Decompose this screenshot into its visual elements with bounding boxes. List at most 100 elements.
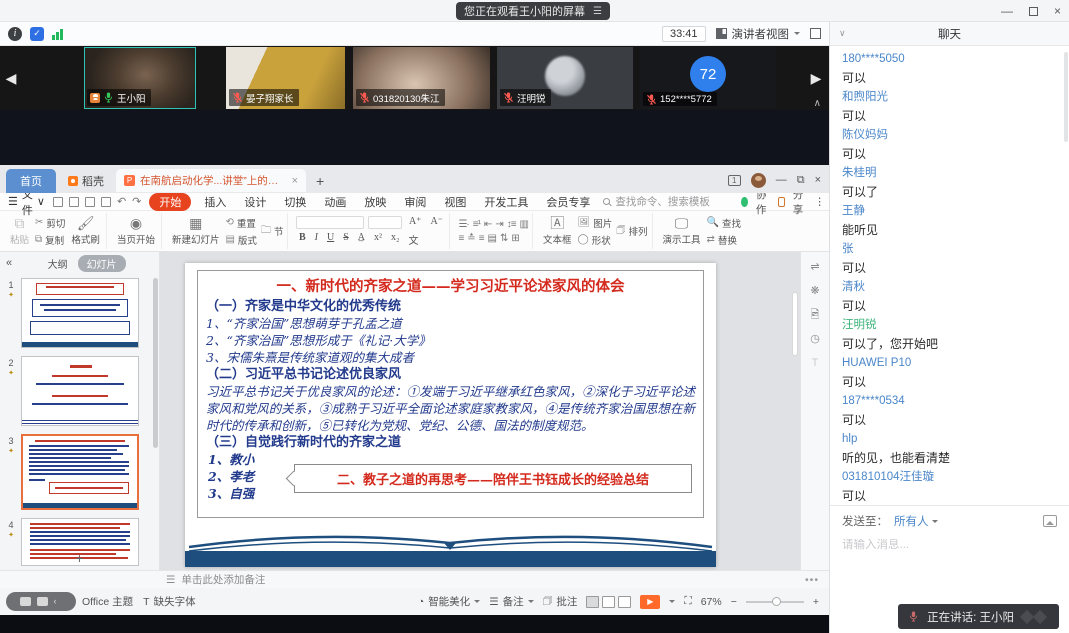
slides-tab[interactable]: 幻灯片 xyxy=(78,255,126,272)
slide-thumbnail-2[interactable]: 2✦ xyxy=(4,356,139,426)
comments-button[interactable]: 🗇 批注 xyxy=(543,593,578,611)
layout-button[interactable]: ▤版式 xyxy=(225,233,256,247)
indent-decrease-icon[interactable]: ⇤ xyxy=(484,219,491,230)
play-options-chevron[interactable] xyxy=(669,600,675,606)
bold-button[interactable]: B xyxy=(296,232,308,247)
wps-close-button[interactable]: × xyxy=(815,174,821,187)
close-button[interactable]: × xyxy=(1054,5,1061,17)
shapes-button[interactable]: ◯形状 xyxy=(578,233,613,247)
print-icon[interactable] xyxy=(85,197,95,207)
chat-message-list[interactable]: 180****5050 可以 和煦阳光 可以 陈仪妈妈 可以 朱桂明 可以了 王… xyxy=(830,46,1069,505)
slideshow-play-button[interactable]: ▶ xyxy=(640,595,660,609)
align-objects-icon[interactable]: ⊞ xyxy=(511,233,518,244)
float-collapse-icon[interactable]: ‹ xyxy=(54,597,63,606)
copy-button[interactable]: ⧉复制 xyxy=(35,233,65,247)
maximize-button[interactable] xyxy=(1029,7,1038,16)
info-icon[interactable]: i xyxy=(8,27,22,41)
arrange-button[interactable]: 🗇排列 xyxy=(616,223,647,240)
find-button[interactable]: 🔍查找 xyxy=(707,216,741,230)
float-tool-icon[interactable] xyxy=(20,597,31,606)
current-slide[interactable]: 一、新时代的齐家之道——学习习近平论述家风的体会 （一）齐家是中华文化的优秀传统… xyxy=(185,263,716,567)
highlight-button[interactable]: 文 xyxy=(406,232,421,247)
account-avatar[interactable] xyxy=(751,173,766,188)
new-tab-button[interactable]: + xyxy=(316,173,324,189)
effects-icon[interactable]: ❋ xyxy=(810,286,819,297)
meeting-float-toolbar[interactable]: ‹ xyxy=(6,592,76,611)
panel-collapse-icon[interactable]: « xyxy=(6,257,12,269)
save-icon[interactable] xyxy=(53,197,63,207)
collab-icon[interactable] xyxy=(741,197,748,207)
strike-button[interactable]: S xyxy=(341,232,352,247)
menu-tab-review[interactable]: 审阅 xyxy=(399,193,431,211)
font-size-select[interactable] xyxy=(368,216,402,229)
replace-button[interactable]: ⇄替换 xyxy=(707,233,741,247)
menu-tab-view[interactable]: 视图 xyxy=(439,193,471,211)
redo-icon[interactable]: ↷ xyxy=(132,195,141,208)
canvas-scrollbar[interactable] xyxy=(792,292,798,356)
strip-prev-arrow[interactable]: ◀ xyxy=(0,46,22,110)
minimize-button[interactable]: — xyxy=(1001,5,1013,17)
video-tile-wangmingrui[interactable]: 汪明锐 xyxy=(497,47,633,109)
font-name-select[interactable] xyxy=(296,216,364,229)
zoom-in-button[interactable]: + xyxy=(813,596,819,608)
view-mode-dropdown[interactable]: 演讲者视图 xyxy=(716,26,801,42)
float-tool-icon[interactable] xyxy=(37,597,48,606)
timer-icon[interactable]: ◷ xyxy=(810,334,820,345)
video-tile-parent[interactable]: 晏子翔家长 xyxy=(226,47,345,109)
menu-tab-insert[interactable]: 插入 xyxy=(199,193,231,211)
line-spacing-icon[interactable]: ↕≡ xyxy=(507,219,516,230)
outline-tab[interactable]: 大纲 xyxy=(48,256,68,271)
menu-tab-design[interactable]: 设计 xyxy=(239,193,271,211)
presentation-tools-button[interactable]: 🖵 演示工具 xyxy=(661,216,703,246)
wps-minimize-button[interactable]: — xyxy=(776,174,787,187)
align-right-icon[interactable]: ≡ xyxy=(479,233,484,244)
thumbnail-scrollbar[interactable] xyxy=(153,278,158,448)
zoom-level[interactable]: 67% xyxy=(701,596,722,608)
zoom-out-button[interactable]: − xyxy=(731,596,737,608)
undo-icon[interactable]: ↶ xyxy=(117,195,126,208)
missing-font-button[interactable]: T 缺失字体 xyxy=(143,594,195,609)
font-color-button[interactable]: A̲ xyxy=(355,232,367,247)
chat-input[interactable] xyxy=(842,539,1057,551)
fit-slide-icon[interactable]: ⛶ xyxy=(684,595,691,608)
video-tile-zhujiang[interactable]: 031820130朱江 xyxy=(353,47,490,109)
zoom-slider[interactable] xyxy=(746,601,804,603)
text-tool-icon[interactable]: T xyxy=(812,358,819,369)
strip-next-arrow[interactable]: ▶ xyxy=(805,46,827,110)
video-tile-wangxiaoyang[interactable]: 王小阳 xyxy=(84,47,196,109)
add-slide-button[interactable]: + xyxy=(0,550,159,566)
security-shield-icon[interactable]: ✓ xyxy=(30,27,44,41)
new-slide-button[interactable]: ▦ 新建幻灯片 xyxy=(170,216,222,246)
share-icon[interactable] xyxy=(778,197,785,207)
align-left-icon[interactable]: ≡ xyxy=(458,233,463,244)
notes-more-icon[interactable]: ••• xyxy=(805,574,819,586)
fullscreen-icon[interactable] xyxy=(810,28,821,39)
send-image-icon[interactable] xyxy=(1043,515,1057,527)
reset-button[interactable]: ⟲重置 xyxy=(225,216,256,230)
subscript-button[interactable]: x₂ xyxy=(389,232,403,247)
menu-tab-slideshow[interactable]: 放映 xyxy=(359,193,391,211)
justify-icon[interactable]: ▤ xyxy=(488,233,496,244)
format-painter-button[interactable]: 🖌 格式刷 xyxy=(69,216,102,246)
tab-home[interactable]: 首页 xyxy=(6,169,56,193)
more-menu-icon[interactable]: ⋮ xyxy=(814,196,825,208)
columns-icon[interactable]: ▥ xyxy=(520,219,528,230)
command-search-box[interactable]: 查找命令、搜索模板 xyxy=(603,194,733,209)
sorter-view-icon[interactable] xyxy=(602,596,615,608)
paste-button[interactable]: ⧉ 粘贴 xyxy=(8,216,31,246)
menu-tab-member[interactable]: 会员专享 xyxy=(541,193,595,211)
banner-menu-icon[interactable]: ☰ xyxy=(593,6,602,17)
picture-button[interactable]: 🖼图片 xyxy=(578,216,613,230)
menu-tab-transition[interactable]: 切换 xyxy=(279,193,311,211)
tab-close-icon[interactable]: × xyxy=(292,175,298,187)
superscript-button[interactable]: x² xyxy=(372,232,385,247)
menu-tab-devtools[interactable]: 开发工具 xyxy=(479,193,533,211)
indent-increase-icon[interactable]: ⇥ xyxy=(495,219,502,230)
textbox-button[interactable]: 🄰 文本框 xyxy=(541,216,574,246)
italic-button[interactable]: I xyxy=(312,232,320,247)
menu-tab-animation[interactable]: 动画 xyxy=(319,193,351,211)
preview-icon[interactable] xyxy=(101,197,111,207)
chat-scrollbar[interactable] xyxy=(1064,52,1068,142)
slide-thumbnail-3-selected[interactable]: 3✦ xyxy=(4,434,139,510)
chat-collapse-chevron[interactable]: ∨ xyxy=(839,28,846,39)
